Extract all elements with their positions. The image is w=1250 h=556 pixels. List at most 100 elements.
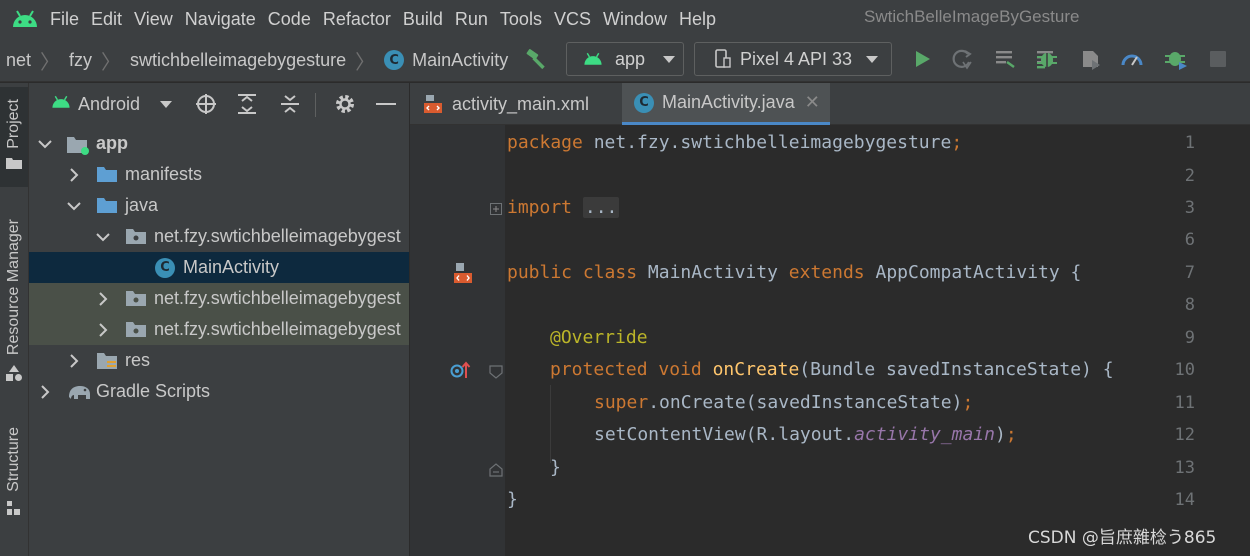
profiler-icon[interactable] — [1120, 47, 1144, 71]
code-text: setContentView(R.layout. — [594, 424, 855, 445]
menu-vcs[interactable]: VCS — [554, 0, 602, 38]
code-keyword: extends — [788, 262, 865, 283]
breadcrumb-fzy[interactable]: fzy — [69, 38, 92, 82]
chevron-down-icon[interactable] — [160, 101, 172, 108]
line-number: 3 — [1184, 198, 1195, 218]
tab-activity-main-xml[interactable]: activity_main.xml — [410, 83, 620, 125]
rerun-icon[interactable] — [950, 47, 974, 71]
chevron-right-icon — [66, 353, 82, 369]
code-annotation: @Override — [550, 327, 648, 348]
editor-tab-bar: activity_main.xml C MainActivity.java ✕ — [410, 83, 1250, 125]
debug-icon[interactable] — [1035, 47, 1059, 71]
collapse-all-icon[interactable] — [280, 93, 300, 120]
structure-tool-tab[interactable]: Structure — [0, 419, 28, 529]
device-dropdown[interactable]: Pixel 4 API 33 — [694, 42, 892, 76]
android-icon — [51, 95, 71, 114]
run-config-dropdown[interactable]: app — [566, 42, 684, 76]
tree-item-app[interactable]: app — [29, 128, 409, 159]
module-folder-icon — [66, 135, 89, 155]
tree-label: java — [125, 195, 159, 215]
resource-manager-tab-label: Resource Manager — [5, 219, 22, 356]
tree-item-mainactivity[interactable]: C MainActivity — [29, 252, 409, 283]
project-panel-header: Android — [29, 83, 409, 125]
gear-icon[interactable] — [334, 93, 356, 120]
fold-expand-icon[interactable] — [490, 203, 502, 215]
stop-icon[interactable] — [1206, 47, 1230, 71]
menu-navigate[interactable]: Navigate — [185, 0, 267, 38]
menu-code[interactable]: Code — [268, 0, 322, 38]
tree-label: Gradle Scripts — [96, 381, 211, 401]
line-number: 1 — [1184, 133, 1195, 153]
tab-mainactivity-java[interactable]: C MainActivity.java ✕ — [622, 83, 830, 125]
close-icon[interactable]: ✕ — [805, 92, 820, 113]
hammer-icon[interactable] — [524, 47, 548, 71]
run-config-label: app — [615, 48, 646, 69]
tree-item-res[interactable]: res — [29, 345, 409, 376]
line-number: 12 — [1174, 425, 1195, 445]
tree-item-package-test[interactable]: net.fzy.swtichbelleimagebygest — [29, 314, 409, 345]
run-icon[interactable] — [910, 47, 934, 71]
code-text: AppCompatActivity { — [864, 262, 1082, 283]
code-line-1[interactable]: package net.fzy.swtichbelleimagebygestur… — [507, 132, 962, 153]
locate-icon[interactable] — [195, 93, 217, 120]
code-line-14[interactable]: } — [507, 489, 518, 510]
code-keyword: public — [507, 262, 573, 283]
code-line-7[interactable]: public class MainActivity extends AppCom… — [507, 262, 1081, 283]
resource-manager-tool-tab[interactable]: Resource Manager — [0, 208, 28, 398]
shapes-icon — [5, 364, 23, 387]
minimize-icon[interactable] — [376, 103, 396, 106]
android-logo-icon — [0, 0, 50, 38]
breadcrumb: net 〉 fzy 〉 swtichbelleimagebygesture 〉 … — [6, 38, 508, 82]
menu-bar: File Edit View Navigate Code Refactor Bu… — [0, 0, 1250, 38]
override-method-icon[interactable] — [450, 360, 472, 385]
related-layout-icon[interactable] — [452, 261, 474, 290]
menu-tools[interactable]: Tools — [500, 0, 553, 38]
fold-collapse-icon[interactable] — [489, 365, 503, 384]
project-view-mode[interactable]: Android — [78, 94, 140, 115]
code-line-13[interactable]: } — [550, 457, 561, 478]
breadcrumb-package[interactable]: swtichbelleimagebygesture — [130, 38, 346, 82]
menu-view[interactable]: View — [134, 0, 184, 38]
code-line-9[interactable]: @Override — [550, 327, 648, 348]
package-icon — [125, 290, 147, 307]
breadcrumb-separator-icon: 〉 — [101, 51, 122, 74]
code-line-3[interactable]: import ... — [507, 197, 620, 218]
chevron-down-icon — [866, 55, 879, 63]
tree-item-package[interactable]: net.fzy.swtichbelleimagebygest — [29, 221, 409, 252]
menu-refactor[interactable]: Refactor — [323, 0, 402, 38]
breadcrumb-net[interactable]: net — [6, 38, 31, 82]
folded-imports[interactable]: ... — [582, 197, 620, 218]
folder-icon — [5, 156, 23, 175]
menu-build[interactable]: Build — [403, 0, 454, 38]
tree-label: MainActivity — [183, 257, 280, 277]
breadcrumb-mainactivity[interactable]: MainActivity — [412, 38, 508, 82]
package-icon — [125, 228, 147, 245]
code-text: } — [550, 457, 561, 478]
code-keyword: super — [594, 392, 649, 413]
tree-item-gradle-scripts[interactable]: Gradle Scripts — [29, 376, 409, 407]
menu-edit[interactable]: Edit — [91, 0, 133, 38]
project-tool-tab[interactable]: Project — [0, 87, 28, 187]
code-text: net.fzy.swtichbelleimagebygesture — [582, 132, 952, 153]
menu-file[interactable]: File — [50, 0, 90, 38]
attach-debugger-icon[interactable] — [1079, 47, 1103, 71]
tree-item-manifests[interactable]: manifests — [29, 159, 409, 190]
chevron-right-icon — [95, 291, 111, 307]
apply-changes-icon[interactable] — [993, 47, 1017, 71]
code-keyword: class — [582, 262, 638, 283]
expand-all-icon[interactable] — [237, 93, 257, 120]
gradle-sync-icon[interactable] — [1164, 47, 1188, 71]
fold-collapse-icon[interactable] — [489, 463, 503, 482]
code-line-10[interactable]: protected void onCreate(Bundle savedInst… — [550, 359, 1114, 380]
menu-help[interactable]: Help — [679, 0, 727, 38]
menu-window[interactable]: Window — [603, 0, 678, 38]
tree-item-java[interactable]: java — [29, 190, 409, 221]
menu-run[interactable]: Run — [455, 0, 499, 38]
line-number: 7 — [1184, 263, 1195, 283]
code-line-12[interactable]: setContentView(R.layout.activity_main); — [594, 424, 1017, 445]
code-punct: ; — [951, 132, 963, 153]
folder-icon — [96, 166, 118, 183]
code-punct: ; — [962, 392, 974, 413]
code-line-11[interactable]: super.onCreate(savedInstanceState); — [594, 392, 973, 413]
tree-item-package-androidtest[interactable]: net.fzy.swtichbelleimagebygest — [29, 283, 409, 314]
